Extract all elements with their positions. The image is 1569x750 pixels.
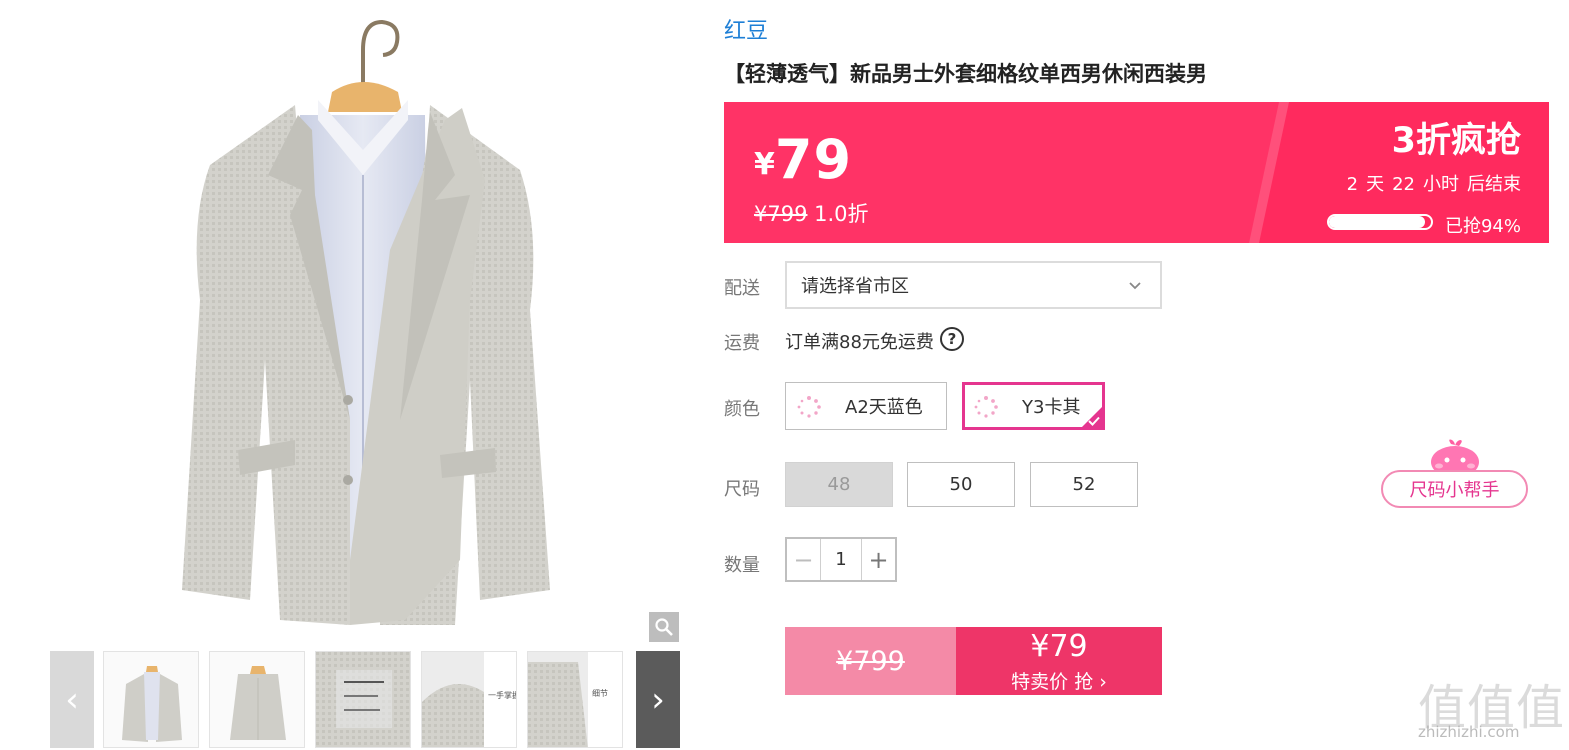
loading-spinner-icon [974, 396, 998, 418]
original-price-value: ¥799 [754, 202, 808, 226]
quantity-increment-button[interactable]: + [862, 539, 895, 580]
buy-price: ¥79 [1030, 629, 1088, 664]
thumbnail-strip: ‹ 一手掌握 细节 › [50, 651, 680, 748]
size-option-48[interactable]: 48 [785, 462, 893, 507]
size-label: 尺码 [724, 479, 760, 500]
shipping-label: 运费 [724, 333, 760, 354]
sold-progress-bar [1327, 214, 1433, 230]
shipping-text: 订单满88元免运费 [785, 332, 934, 353]
flash-sale-banner: ¥79 ¥799 1.0折 3折疯抢 2 天 22 小时 后结束 已抢94% [724, 102, 1549, 243]
size-option-50[interactable]: 50 [907, 462, 1015, 507]
thumbnail-next-button[interactable]: › [636, 651, 680, 748]
currency-symbol: ¥ [754, 147, 775, 182]
buy-now-button[interactable]: ¥79 特卖价 抢 › [956, 627, 1162, 695]
check-icon [1088, 416, 1100, 426]
main-product-image[interactable] [50, 0, 680, 640]
countdown-hours-unit: 小时 [1423, 174, 1459, 195]
color-option-sky-blue[interactable]: A2天蓝色 [785, 382, 947, 430]
blazer-back-thumbnail [210, 652, 304, 747]
original-price-button[interactable]: ¥799 [785, 627, 956, 695]
zoom-button[interactable] [649, 612, 679, 642]
chevron-right-icon: › [651, 679, 665, 720]
chevron-down-icon [1129, 282, 1141, 290]
quantity-input[interactable] [820, 539, 862, 580]
countdown-days: 2 [1346, 174, 1359, 195]
countdown: 2 天 22 小时 后结束 [1339, 170, 1521, 196]
watermark: 值值值 zhizhizhi.com [1418, 668, 1564, 748]
thumbnail-4[interactable]: 一手掌握 [421, 651, 517, 748]
region-select[interactable]: 请选择省市区 [785, 261, 1162, 309]
color-option-label: A2天蓝色 [845, 397, 923, 418]
watermark-url: zhizhizhi.com [1418, 723, 1520, 741]
thumbnail-1[interactable] [103, 651, 199, 748]
quantity-decrement-button[interactable]: − [787, 539, 820, 580]
help-icon[interactable]: ? [940, 327, 964, 351]
thumbnail-5[interactable]: 细节 [527, 651, 623, 748]
countdown-days-unit: 天 [1366, 174, 1385, 195]
color-option-label: Y3卡其 [1022, 397, 1081, 418]
countdown-suffix: 后结束 [1467, 174, 1521, 195]
quantity-stepper: − + [785, 537, 897, 582]
loading-spinner-icon [797, 396, 821, 418]
discount-text: 1.0折 [814, 202, 869, 226]
countdown-hours: 22 [1392, 174, 1415, 195]
current-price: ¥79 [754, 128, 852, 191]
thumb-caption: 一手掌握 [488, 690, 517, 700]
color-option-khaki[interactable]: Y3卡其 [962, 382, 1105, 430]
fabric-detail-thumbnail [316, 652, 410, 747]
thumb-caption: 细节 [592, 688, 608, 698]
color-label: 颜色 [724, 399, 760, 420]
magnifier-icon [655, 618, 673, 636]
current-price-value: 79 [774, 128, 853, 191]
blazer-illustration [182, 19, 550, 625]
product-title: 【轻薄透气】新品男士外套细格纹单西男休闲西装男 [724, 62, 1207, 86]
thumbnail-3[interactable] [315, 651, 411, 748]
flash-sale-label: 3折疯抢 [1391, 121, 1521, 161]
brand-link[interactable]: 红豆 [724, 13, 768, 45]
quantity-label: 数量 [724, 555, 760, 576]
region-select-value: 请选择省市区 [801, 276, 909, 297]
thumbnail-prev-button[interactable]: ‹ [50, 651, 94, 748]
chevron-left-icon: ‹ [65, 679, 79, 720]
delivery-label: 配送 [724, 278, 760, 299]
size-helper-button[interactable]: 尺码小帮手 [1381, 438, 1528, 508]
thumbnail-2[interactable] [209, 651, 305, 748]
size-option-52[interactable]: 52 [1030, 462, 1138, 507]
blazer-front-thumbnail [104, 652, 198, 747]
sold-progress-fill [1329, 216, 1425, 228]
buy-action-label: 特卖价 抢 › [1011, 671, 1107, 693]
original-price: ¥799 1.0折 [754, 198, 869, 228]
collar-detail-thumbnail: 细节 [528, 652, 622, 747]
weight-detail-thumbnail: 一手掌握 [422, 652, 517, 747]
sold-progress-text: 已抢94% [1444, 216, 1521, 237]
size-helper-label: 尺码小帮手 [1381, 470, 1528, 508]
